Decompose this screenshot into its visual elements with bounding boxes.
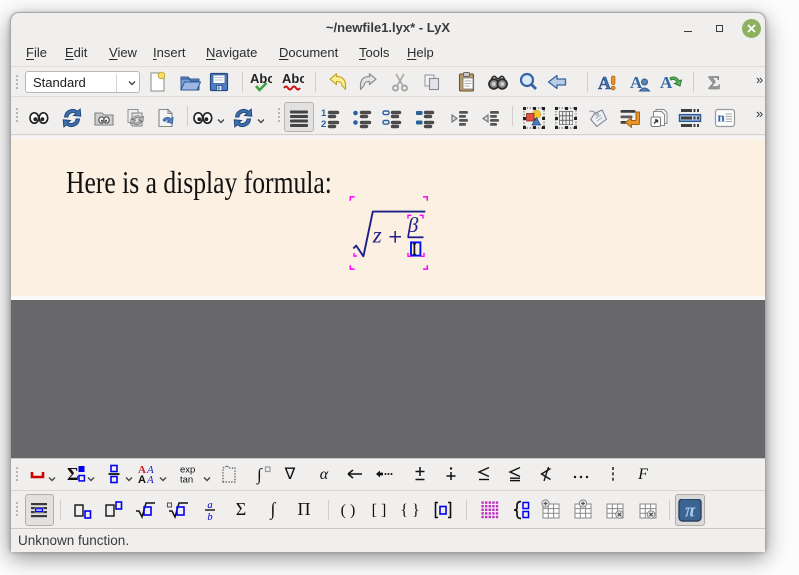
svg-text:Abc: Abc bbox=[250, 71, 272, 86]
svg-text:Abc: Abc bbox=[282, 71, 304, 86]
svg-text:tan: tan bbox=[180, 475, 193, 486]
svg-text:n: n bbox=[718, 110, 726, 125]
svg-text:1: 1 bbox=[321, 108, 327, 119]
svg-text:∫: ∫ bbox=[270, 499, 277, 520]
svg-text:A: A bbox=[146, 474, 154, 486]
svg-text:z: z bbox=[372, 222, 382, 247]
svg-text:∫: ∫ bbox=[256, 465, 263, 485]
svg-text:Σ: Σ bbox=[708, 73, 720, 94]
svg-text:α: α bbox=[320, 466, 329, 483]
svg-text:A: A bbox=[598, 73, 611, 93]
svg-text:A: A bbox=[660, 73, 673, 92]
svg-text:F: F bbox=[637, 466, 648, 483]
svg-text:{ }: { } bbox=[400, 502, 419, 519]
svg-text:π: π bbox=[685, 501, 696, 522]
svg-text:b: b bbox=[207, 512, 212, 522]
svg-text:A: A bbox=[138, 474, 146, 486]
svg-text:[ ]: [ ] bbox=[372, 502, 387, 519]
svg-text:( ): ( ) bbox=[341, 502, 356, 519]
svg-text:Σ: Σ bbox=[236, 499, 246, 519]
svg-text:∇: ∇ bbox=[284, 466, 296, 483]
svg-text:2: 2 bbox=[321, 119, 326, 130]
svg-text:Σ: Σ bbox=[67, 464, 79, 484]
svg-text:Π: Π bbox=[298, 499, 311, 519]
